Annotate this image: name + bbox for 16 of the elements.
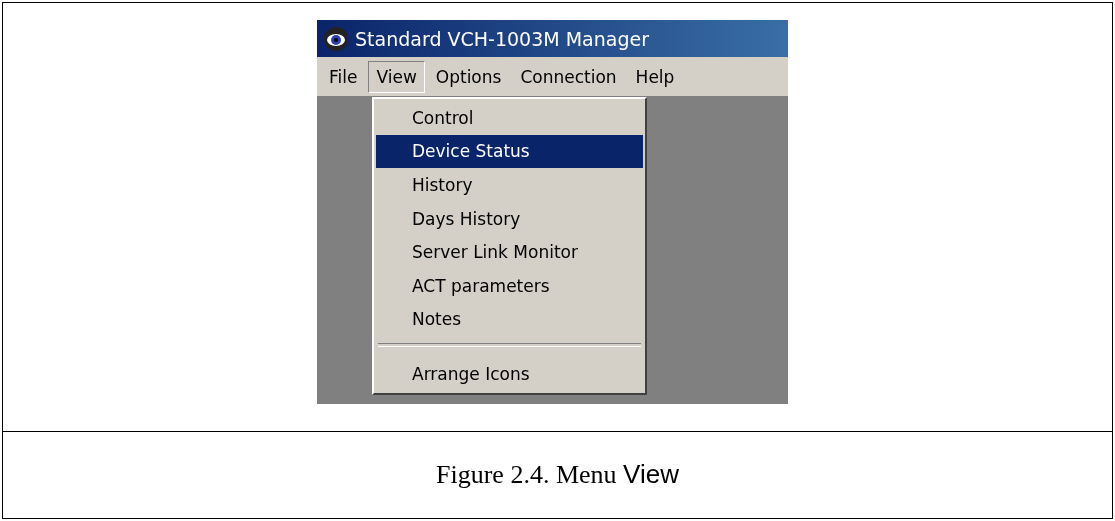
window-title: Standard VCH-1003M Manager [355, 27, 649, 50]
menu-bar-item[interactable]: Help [627, 60, 683, 93]
menu-item[interactable]: ACT parameters [376, 268, 643, 303]
menu-item[interactable]: Notes [376, 302, 643, 337]
eye-icon [323, 25, 349, 52]
menu-item[interactable]: Control [376, 101, 643, 135]
menu-bar-item[interactable]: File [321, 60, 366, 93]
menu-bar-item[interactable]: Options [427, 60, 510, 93]
menu-bar-item[interactable]: Connection [512, 60, 625, 93]
figure-caption: Figure 2.4. Menu View [436, 459, 679, 490]
menu-item[interactable]: Days History [376, 201, 643, 236]
menu-item[interactable]: Arrange Icons [376, 357, 643, 391]
menu-item[interactable]: History [376, 168, 643, 202]
menu-bar-item[interactable]: View [368, 60, 425, 93]
menu-item[interactable]: Device Status [376, 134, 643, 169]
menu-item[interactable]: Server Link Monitor [376, 235, 643, 269]
